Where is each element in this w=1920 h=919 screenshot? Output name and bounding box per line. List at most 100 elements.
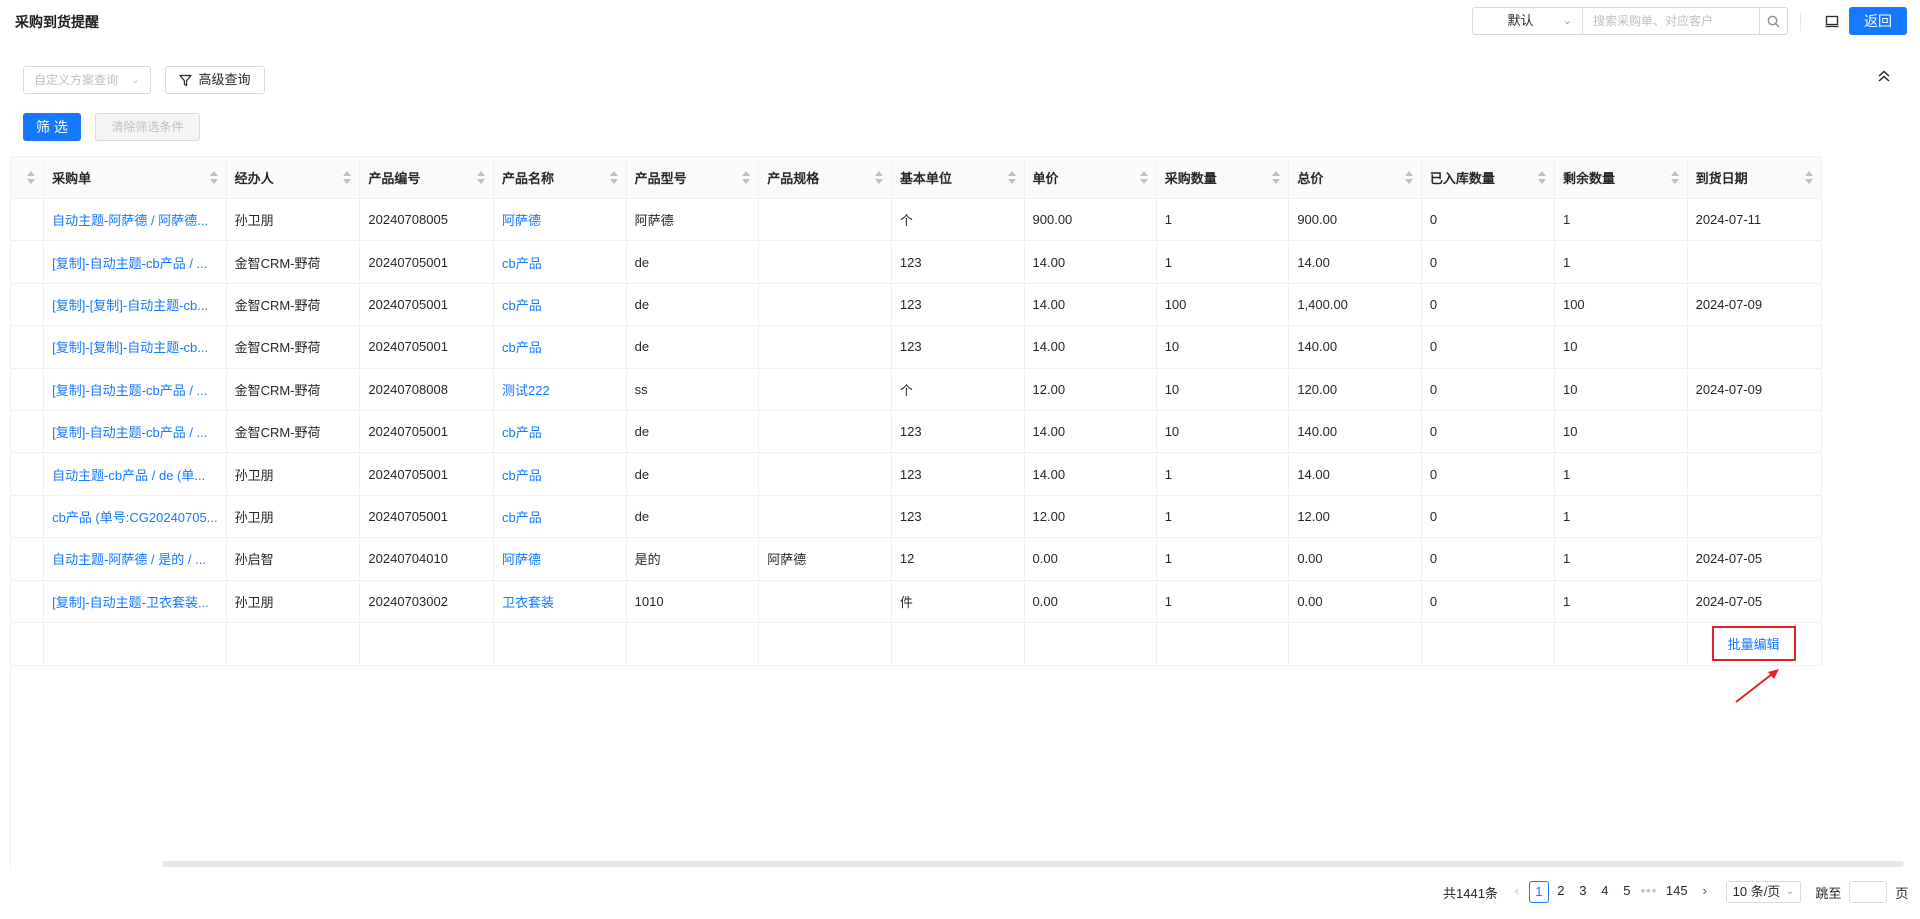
table-cell[interactable]: [复制]-自动主题-cb产品 / ...	[43, 240, 227, 284]
table-row[interactable]: 2024-07-05cb产品 (单号:CG20240705...孙卫朋20240…	[11, 495, 1823, 539]
jump-page-input[interactable]	[1849, 881, 1888, 903]
table-cell[interactable]: cb产品	[493, 495, 627, 539]
prev-page-button[interactable]: ‹	[1507, 881, 1527, 903]
table-cell: 20240703002	[359, 580, 495, 623]
column-header[interactable]: 总价	[1288, 156, 1422, 199]
table-row[interactable]: 2024-07-05自动主题-cb产品 / de (单...孙卫朋2024070…	[11, 452, 1823, 496]
page-5[interactable]: 5	[1617, 881, 1637, 903]
table-cell[interactable]: [复制]-[复制]-自动主题-cb...	[43, 325, 227, 369]
custom-query-select[interactable]: 自定义方案查询 ⌄	[23, 66, 151, 94]
column-header[interactable]: 产品编号	[359, 156, 495, 199]
column-header[interactable]: 剩余数量	[1554, 156, 1688, 199]
table-cell	[1421, 622, 1555, 666]
page-ellipsis[interactable]: •••	[1639, 881, 1659, 903]
table-cell[interactable]: cb产品	[493, 325, 627, 369]
sort-icon[interactable]	[1007, 171, 1016, 185]
sort-icon[interactable]	[1272, 171, 1281, 185]
header-divider	[1800, 13, 1801, 31]
table-cell: 0.00	[1288, 537, 1422, 581]
column-header[interactable]: 日期	[11, 156, 45, 199]
table-cell	[226, 622, 361, 666]
column-header[interactable]: 已入库数量	[1421, 156, 1555, 199]
table-cell[interactable]: 自动主题-阿萨德 / 阿萨德...	[43, 198, 227, 242]
page-4[interactable]: 4	[1595, 881, 1615, 903]
clear-filter-button[interactable]: 清除筛选条件	[95, 113, 200, 141]
column-header[interactable]: 到货日期	[1687, 156, 1823, 199]
sort-icon[interactable]	[477, 171, 486, 185]
sort-icon[interactable]	[742, 171, 751, 185]
table-cell	[758, 368, 892, 411]
search-button[interactable]	[1759, 8, 1787, 34]
table-row[interactable]: 2024-07-04[复制]-自动主题-卫衣套装...孙卫朋2024070300…	[11, 580, 1823, 623]
advanced-query-button[interactable]: 高级查询	[165, 66, 265, 94]
column-header[interactable]: 产品规格	[758, 156, 892, 199]
table-row[interactable]: 2024-07-09[复制]-[复制]-自动主题-cb...金智CRM-野荷20…	[11, 283, 1823, 327]
table-cell	[758, 198, 892, 242]
column-header[interactable]: 采购单	[43, 156, 227, 199]
table-cell: 1	[1554, 580, 1688, 623]
column-header[interactable]: 单价	[1024, 156, 1157, 199]
table-row[interactable]: 2024-07-09[复制]-自动主题-cb产品 / ...金智CRM-野荷20…	[11, 410, 1823, 454]
table-cell: 2024-07-05	[1687, 537, 1823, 581]
batch-edit-button[interactable]: 批量编辑	[1711, 626, 1796, 662]
sort-icon[interactable]	[609, 171, 618, 185]
table-cell[interactable]: cb产品	[493, 240, 627, 284]
table-cell[interactable]: 阿萨德	[493, 198, 627, 242]
column-header[interactable]: 产品名称	[493, 156, 627, 199]
table-cell: 140.00	[1288, 325, 1422, 369]
page-title: 采购到货提醒	[15, 14, 99, 30]
table-cell: 20240705001	[359, 283, 495, 327]
table-row[interactable]: 2024-07-09[复制]-自动主题-cb产品 / ...金智CRM-野荷20…	[11, 368, 1823, 411]
column-header[interactable]: 经办人	[226, 156, 361, 199]
collapse-button[interactable]	[1874, 66, 1894, 86]
column-header[interactable]: 产品型号	[626, 156, 760, 199]
column-header-label: 已入库数量	[1429, 171, 1495, 186]
column-header[interactable]: 基本单位	[891, 156, 1025, 199]
table-row[interactable]: 2024-07-09[复制]-[复制]-自动主题-cb...金智CRM-野荷20…	[11, 325, 1823, 369]
sort-icon[interactable]	[1139, 171, 1148, 185]
table-cell[interactable]: 测试222	[493, 368, 627, 411]
page-2[interactable]: 2	[1551, 881, 1571, 903]
table-cell[interactable]: [复制]-[复制]-自动主题-cb...	[43, 283, 227, 327]
sort-icon[interactable]	[1805, 171, 1813, 185]
monitor-button[interactable]	[1822, 11, 1842, 31]
table-cell[interactable]: [复制]-自动主题-cb产品 / ...	[43, 368, 227, 411]
table-cell[interactable]: cb产品	[493, 410, 627, 454]
table-cell[interactable]: [复制]-自动主题-cb产品 / ...	[43, 410, 227, 454]
search-input[interactable]	[1583, 8, 1759, 34]
sort-icon[interactable]	[874, 171, 883, 185]
table-cell: 20240705001	[359, 452, 495, 496]
table-cell: 12	[891, 537, 1025, 581]
table-cell: 12.00	[1288, 495, 1422, 539]
table-cell[interactable]: cb产品	[493, 452, 627, 496]
table-cell[interactable]: 自动主题-cb产品 / de (单...	[43, 452, 227, 496]
sort-icon[interactable]	[1670, 171, 1679, 185]
table-cell[interactable]: 自动主题-阿萨德 / 是的 / ...	[43, 537, 227, 581]
table-cell: 2024-07-09	[11, 198, 45, 242]
sort-icon[interactable]	[1404, 171, 1413, 185]
next-page-button[interactable]: ›	[1695, 881, 1715, 903]
table-cell[interactable]: cb产品 (单号:CG20240705...	[43, 495, 227, 539]
column-header[interactable]: 采购数量	[1156, 156, 1290, 199]
table-cell[interactable]: [复制]-自动主题-卫衣套装...	[43, 580, 227, 623]
horizontal-scrollbar[interactable]	[162, 861, 1904, 867]
table-row[interactable]: 2024-07-09自动主题-阿萨德 / 阿萨德...孙卫朋2024070800…	[11, 198, 1823, 242]
page-3[interactable]: 3	[1573, 881, 1593, 903]
page-1[interactable]: 1	[1528, 881, 1549, 903]
scheme-select[interactable]: 默认 ⌄	[1473, 8, 1583, 34]
sort-icon[interactable]	[343, 171, 352, 185]
table-cell: 10	[1156, 410, 1290, 454]
sort-icon[interactable]	[209, 171, 218, 185]
sort-icon[interactable]	[27, 171, 36, 185]
table-cell: 100	[1554, 283, 1688, 327]
page-last[interactable]: 145	[1666, 881, 1688, 903]
table-cell[interactable]: cb产品	[493, 283, 627, 327]
page-size-select[interactable]: 10 条/页 ⌄	[1725, 881, 1802, 903]
sort-icon[interactable]	[1537, 171, 1546, 185]
table-row[interactable]: 2024-07-05自动主题-阿萨德 / 是的 / ...孙启智20240704…	[11, 537, 1823, 581]
filter-button[interactable]: 筛 选	[23, 113, 81, 141]
table-cell[interactable]: 阿萨德	[493, 537, 627, 581]
back-button[interactable]: 返回	[1849, 7, 1907, 35]
table-row[interactable]: 2024-07-09[复制]-自动主题-cb产品 / ...金智CRM-野荷20…	[11, 240, 1823, 284]
table-cell[interactable]: 卫衣套装	[493, 580, 627, 623]
